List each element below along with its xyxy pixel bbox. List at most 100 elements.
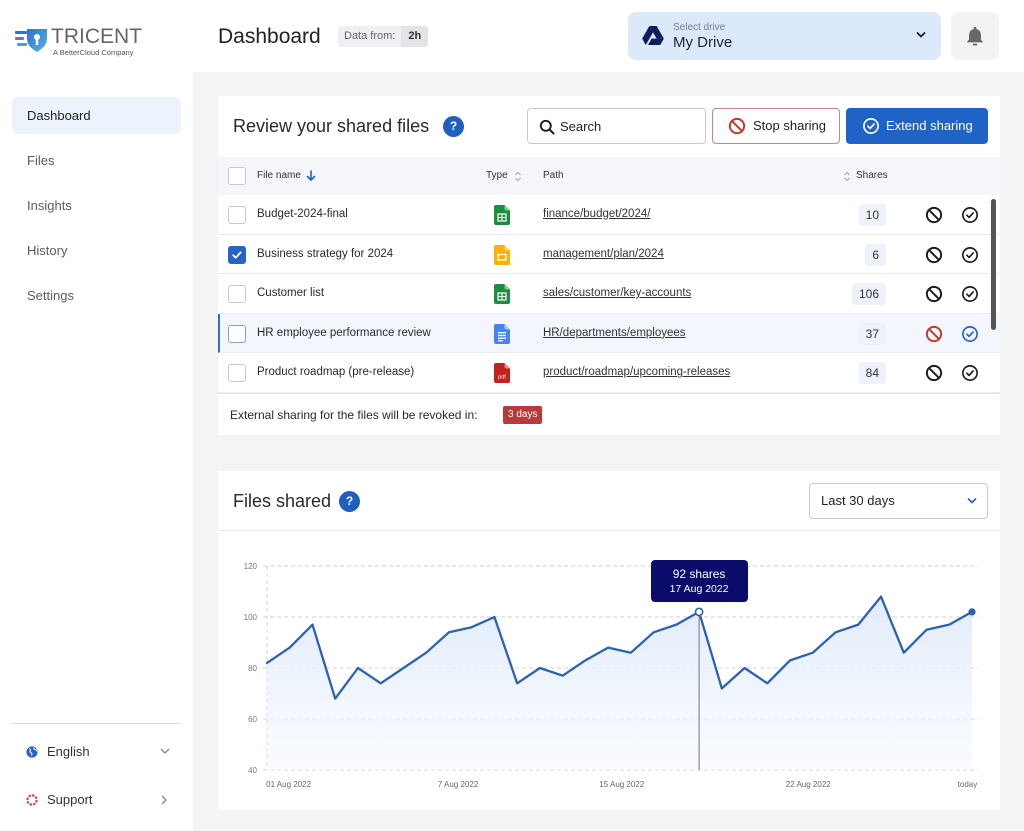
table-row[interactable]: Budget-2024-final finance/budget/2024/ 1… [218, 195, 1000, 235]
stop-sharing-row-icon[interactable] [925, 364, 943, 382]
stop-sharing-row-icon[interactable] [925, 246, 943, 264]
table-row[interactable]: HR employee performance review HR/depart… [218, 313, 1000, 354]
data-point[interactable] [423, 650, 429, 656]
sidebar-item-label: History [27, 243, 68, 258]
column-header-file-name[interactable]: File name [257, 157, 301, 195]
data-point[interactable] [787, 657, 793, 663]
data-point[interactable] [287, 645, 293, 651]
data-point[interactable] [742, 665, 748, 671]
file-path-link[interactable]: HR/departments/employees [543, 314, 686, 353]
file-path-link[interactable]: management/plan/2024 [543, 235, 664, 274]
stop-sharing-row-icon[interactable] [925, 285, 943, 303]
data-point[interactable] [446, 629, 452, 635]
extend-sharing-row-icon[interactable] [961, 246, 979, 264]
file-path-link[interactable]: finance/budget/2024/ [543, 195, 650, 234]
data-point[interactable] [651, 629, 657, 635]
row-checkbox[interactable] [228, 364, 246, 383]
table-header: File name Type Path Shares [218, 157, 1000, 195]
data-point[interactable] [878, 594, 884, 600]
data-point[interactable] [400, 665, 406, 671]
sidebar-item-settings[interactable]: Settings [12, 277, 181, 314]
latest-data-point[interactable] [968, 608, 976, 616]
data-point[interactable] [901, 650, 907, 656]
hovered-data-point[interactable] [694, 607, 704, 617]
extend-sharing-row-icon[interactable] [961, 206, 979, 224]
row-checkbox[interactable] [228, 206, 246, 224]
table-scrollbar[interactable] [991, 199, 996, 330]
extend-sharing-row-icon[interactable] [961, 285, 979, 303]
file-name: Business strategy for 2024 [257, 247, 394, 260]
shares-count: 37 [858, 322, 886, 345]
table-row[interactable]: Product roadmap (pre-release) pdf produc… [218, 353, 1000, 393]
google-drive-icon [642, 26, 664, 45]
data-point[interactable] [469, 624, 475, 630]
support-link[interactable]: Support [12, 785, 181, 815]
data-point[interactable] [491, 614, 497, 620]
search-input[interactable] [560, 117, 695, 135]
data-point[interactable] [628, 650, 634, 656]
drive-select-dropdown[interactable]: Select drive My Drive [628, 12, 941, 60]
file-name: Budget-2024-final [257, 208, 348, 220]
data-point[interactable] [355, 665, 361, 671]
data-point[interactable] [332, 696, 338, 702]
notifications-button[interactable] [951, 12, 999, 60]
sidebar-item-insights[interactable]: Insights [12, 187, 181, 224]
file-name: Customer list [257, 287, 325, 300]
table-row[interactable]: Customer list sales/customer/key-account… [218, 274, 1000, 314]
google-docs-icon [494, 323, 510, 344]
data-point[interactable] [537, 665, 543, 671]
search-field[interactable] [527, 108, 706, 144]
shares-count: 6 [865, 243, 886, 266]
column-header-type[interactable]: Type [486, 157, 508, 195]
sidebar-item-label: Dashboard [27, 108, 91, 123]
sidebar-item-label: Settings [27, 288, 74, 303]
data-point[interactable] [719, 685, 725, 691]
row-checkbox[interactable] [228, 245, 246, 264]
data-point[interactable] [582, 657, 588, 663]
data-point[interactable] [673, 622, 679, 628]
help-icon[interactable]: ? [443, 116, 464, 137]
data-point[interactable] [560, 673, 566, 679]
data-point[interactable] [378, 680, 384, 686]
stop-sharing-button[interactable]: Stop sharing [712, 108, 840, 144]
help-icon[interactable]: ? [339, 491, 360, 512]
data-point[interactable] [264, 660, 270, 666]
file-path-link[interactable]: product/roadmap/upcoming-releases [543, 353, 730, 392]
data-point[interactable] [946, 622, 952, 628]
sidebar-item-dashboard[interactable]: Dashboard [12, 97, 181, 134]
language-selector[interactable]: English [12, 737, 181, 767]
extend-sharing-row-icon[interactable] [961, 364, 979, 382]
file-path-link[interactable]: sales/customer/key-accounts [543, 274, 691, 313]
sort-icon[interactable] [843, 171, 851, 182]
data-point[interactable] [514, 680, 520, 686]
row-checkbox[interactable] [228, 324, 246, 343]
shared-files-card: Review your shared files ? Stop sharing … [218, 96, 1000, 435]
column-header-shares[interactable]: Shares [856, 157, 888, 195]
stop-sharing-row-icon[interactable] [925, 206, 943, 224]
row-checkbox[interactable] [228, 285, 246, 304]
data-point[interactable] [924, 627, 930, 633]
extend-sharing-label: Extend sharing [886, 118, 973, 133]
tricent-logo[interactable]: TRICENT A BetterCloud Company [14, 24, 154, 60]
sidebar-item-history[interactable]: History [12, 232, 181, 269]
date-range-dropdown[interactable]: Last 30 days [809, 483, 988, 519]
file-name: HR employee performance review [257, 326, 431, 339]
data-point[interactable] [764, 680, 770, 686]
data-point[interactable] [833, 629, 839, 635]
sidebar-item-files[interactable]: Files [12, 142, 181, 179]
extend-sharing-row-icon[interactable] [961, 325, 979, 343]
data-point[interactable] [605, 645, 611, 651]
table-row[interactable]: Business strategy for 2024 management/pl… [218, 235, 1000, 275]
drive-select-value: My Drive [673, 34, 733, 51]
data-point[interactable] [309, 622, 315, 628]
google-sheets-icon [494, 205, 510, 225]
select-all-checkbox[interactable] [228, 167, 246, 185]
data-point[interactable] [810, 650, 816, 656]
sort-icon[interactable] [514, 171, 522, 182]
globe-icon [26, 746, 38, 758]
extend-sharing-button[interactable]: Extend sharing [846, 108, 988, 144]
sort-down-arrow-icon[interactable] [306, 170, 316, 182]
stop-sharing-row-icon[interactable] [925, 325, 943, 343]
sidebar-item-label: Files [27, 153, 55, 168]
data-point[interactable] [855, 622, 861, 628]
